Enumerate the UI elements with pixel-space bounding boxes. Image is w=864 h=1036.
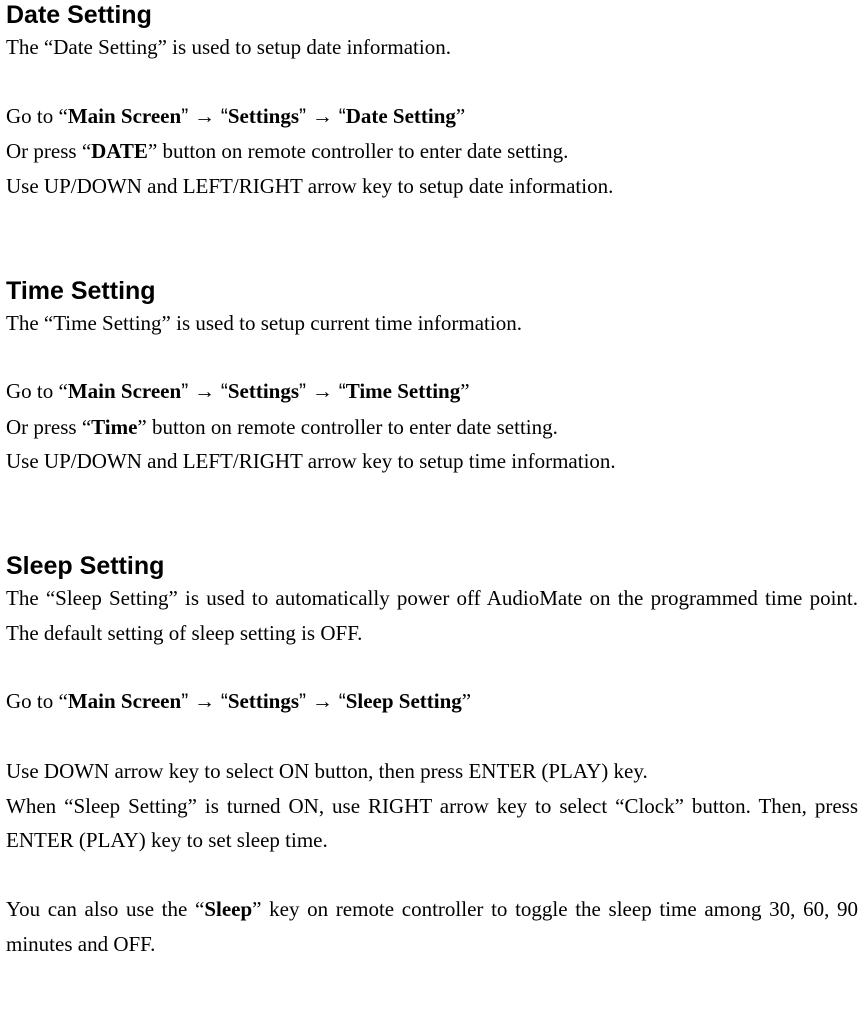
text: ” button on remote controller to enter d… xyxy=(137,415,557,439)
text: Or press “ xyxy=(6,139,91,163)
nav-step-time-setting: Time Setting xyxy=(346,379,461,403)
remote-button-time: Time xyxy=(91,415,137,439)
nav-step-main-screen: Main Screen xyxy=(68,379,181,403)
nav-step-settings: Settings xyxy=(228,689,299,713)
spacer xyxy=(6,720,858,754)
desc-date-setting: The “Date Setting” is used to setup date… xyxy=(6,30,858,65)
text: Go to “ xyxy=(6,379,68,403)
spacer xyxy=(6,65,858,99)
nav-step-main-screen: Main Screen xyxy=(68,689,181,713)
heading-date-setting: Date Setting xyxy=(6,0,858,30)
text: ” xyxy=(456,104,465,128)
remote-instruction-date: Or press “DATE” button on remote control… xyxy=(6,134,858,169)
section-date-setting: Date Setting The “Date Setting” is used … xyxy=(6,0,858,204)
text: ” xyxy=(460,379,469,403)
section-time-setting: Time Setting The “Time Setting” is used … xyxy=(6,276,858,480)
nav-path-date: Go to “Main Screen” → “Settings” → “Date… xyxy=(6,99,858,135)
arrow-icon: ” → “ xyxy=(181,105,228,128)
desc-time-setting: The “Time Setting” is used to setup curr… xyxy=(6,306,858,341)
remote-instruction-sleep: You can also use the “Sleep” key on remo… xyxy=(6,892,858,961)
text: ” xyxy=(462,689,471,713)
arrow-icon: ” → “ xyxy=(181,690,228,713)
section-sleep-setting: Sleep Setting The “Sleep Setting” is use… xyxy=(6,551,858,961)
arrow-icon: ” → “ xyxy=(299,380,346,403)
remote-button-date: DATE xyxy=(91,139,148,163)
arrow-icon: ” → “ xyxy=(299,105,346,128)
nav-step-date-setting: Date Setting xyxy=(346,104,456,128)
nav-step-settings: Settings xyxy=(228,379,299,403)
arrow-icon: ” → “ xyxy=(299,690,346,713)
nav-step-settings: Settings xyxy=(228,104,299,128)
spacer xyxy=(6,340,858,374)
heading-sleep-setting: Sleep Setting xyxy=(6,551,858,581)
usage-sleep-clock: When “Sleep Setting” is turned ON, use R… xyxy=(6,789,858,858)
arrow-icon: ” → “ xyxy=(181,380,228,403)
heading-time-setting: Time Setting xyxy=(6,276,858,306)
remote-instruction-time: Or press “Time” button on remote control… xyxy=(6,410,858,445)
text: Go to “ xyxy=(6,104,68,128)
text: Go to “ xyxy=(6,689,68,713)
nav-path-time: Go to “Main Screen” → “Settings” → “Time… xyxy=(6,374,858,410)
spacer xyxy=(6,204,858,276)
remote-button-sleep: Sleep xyxy=(204,897,252,921)
nav-step-sleep-setting: Sleep Setting xyxy=(346,689,462,713)
spacer xyxy=(6,479,858,551)
text: Or press “ xyxy=(6,415,91,439)
nav-path-sleep: Go to “Main Screen” → “Settings” → “Slee… xyxy=(6,684,858,720)
spacer xyxy=(6,650,858,684)
usage-date: Use UP/DOWN and LEFT/RIGHT arrow key to … xyxy=(6,169,858,204)
text: You can also use the “ xyxy=(6,897,204,921)
nav-step-main-screen: Main Screen xyxy=(68,104,181,128)
text: ” button on remote controller to enter d… xyxy=(148,139,568,163)
usage-time: Use UP/DOWN and LEFT/RIGHT arrow key to … xyxy=(6,444,858,479)
desc-sleep-setting: The “Sleep Setting” is used to automatic… xyxy=(6,581,858,650)
usage-sleep-on: Use DOWN arrow key to select ON button, … xyxy=(6,754,858,789)
spacer xyxy=(6,858,858,892)
